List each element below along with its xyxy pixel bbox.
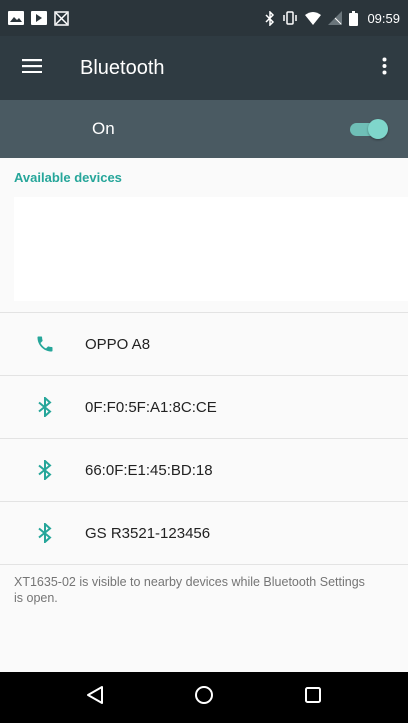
recents-square-icon <box>304 686 322 709</box>
phone-icon <box>31 334 59 354</box>
status-left-icons <box>8 10 69 26</box>
bluetooth-master-switch-row[interactable]: On <box>0 100 408 158</box>
no-signal-icon <box>328 11 343 25</box>
blocked-icon <box>54 10 69 26</box>
toggle-thumb <box>368 119 388 139</box>
hamburger-menu-icon <box>22 58 42 78</box>
device-row-gs-r3521-123456[interactable]: GS R3521-123456 <box>0 502 408 565</box>
device-name: 0F:F0:5F:A1:8C:CE <box>85 398 217 416</box>
device-row-66-0f-e1-45-bd-18[interactable]: 66:0F:E1:45:BD:18 <box>0 439 408 502</box>
device-row-0f-f0-5f-a1-8c-ce[interactable]: 0F:F0:5F:A1:8C:CE <box>0 376 408 439</box>
image-icon <box>8 11 24 25</box>
wifi-icon <box>305 11 322 25</box>
more-options-button[interactable] <box>364 36 404 100</box>
vibrate-icon <box>282 11 298 25</box>
back-triangle-icon <box>86 685 104 710</box>
more-vert-icon <box>382 57 387 80</box>
paired-devices-list: OPPO A8 0F:F0:5F:A1:8C:CE 66:0F:E1:45:BD… <box>0 312 408 565</box>
back-button[interactable] <box>65 672 125 723</box>
status-bar: 09:59 <box>0 0 408 36</box>
available-devices-header: Available devices <box>14 170 122 185</box>
visibility-note: XT1635-02 is visible to nearby devices w… <box>14 575 365 605</box>
bluetooth-icon <box>31 523 59 543</box>
home-circle-icon <box>194 685 214 710</box>
device-row-oppo-a8[interactable]: OPPO A8 <box>0 313 408 376</box>
navigation-bar <box>0 672 408 723</box>
page-title: Bluetooth <box>80 56 165 79</box>
device-name: OPPO A8 <box>85 335 151 353</box>
device-name: GS R3521-123456 <box>85 524 211 542</box>
master-switch-label: On <box>92 119 115 138</box>
bluetooth-toggle[interactable] <box>350 119 388 139</box>
status-time: 09:59 <box>367 10 400 26</box>
app-bar: Bluetooth <box>0 36 408 100</box>
hamburger-menu-button[interactable] <box>4 36 60 100</box>
home-button[interactable] <box>174 672 234 723</box>
status-right-icons: 09:59 <box>265 10 400 26</box>
bluetooth-icon <box>31 397 59 417</box>
recents-button[interactable] <box>283 672 343 723</box>
battery-icon <box>349 10 359 26</box>
bluetooth-icon <box>31 460 59 480</box>
bluetooth-icon <box>265 10 275 26</box>
notification-icon <box>31 11 47 25</box>
device-name: 66:0F:E1:45:BD:18 <box>85 461 213 479</box>
available-devices-list <box>14 197 408 301</box>
